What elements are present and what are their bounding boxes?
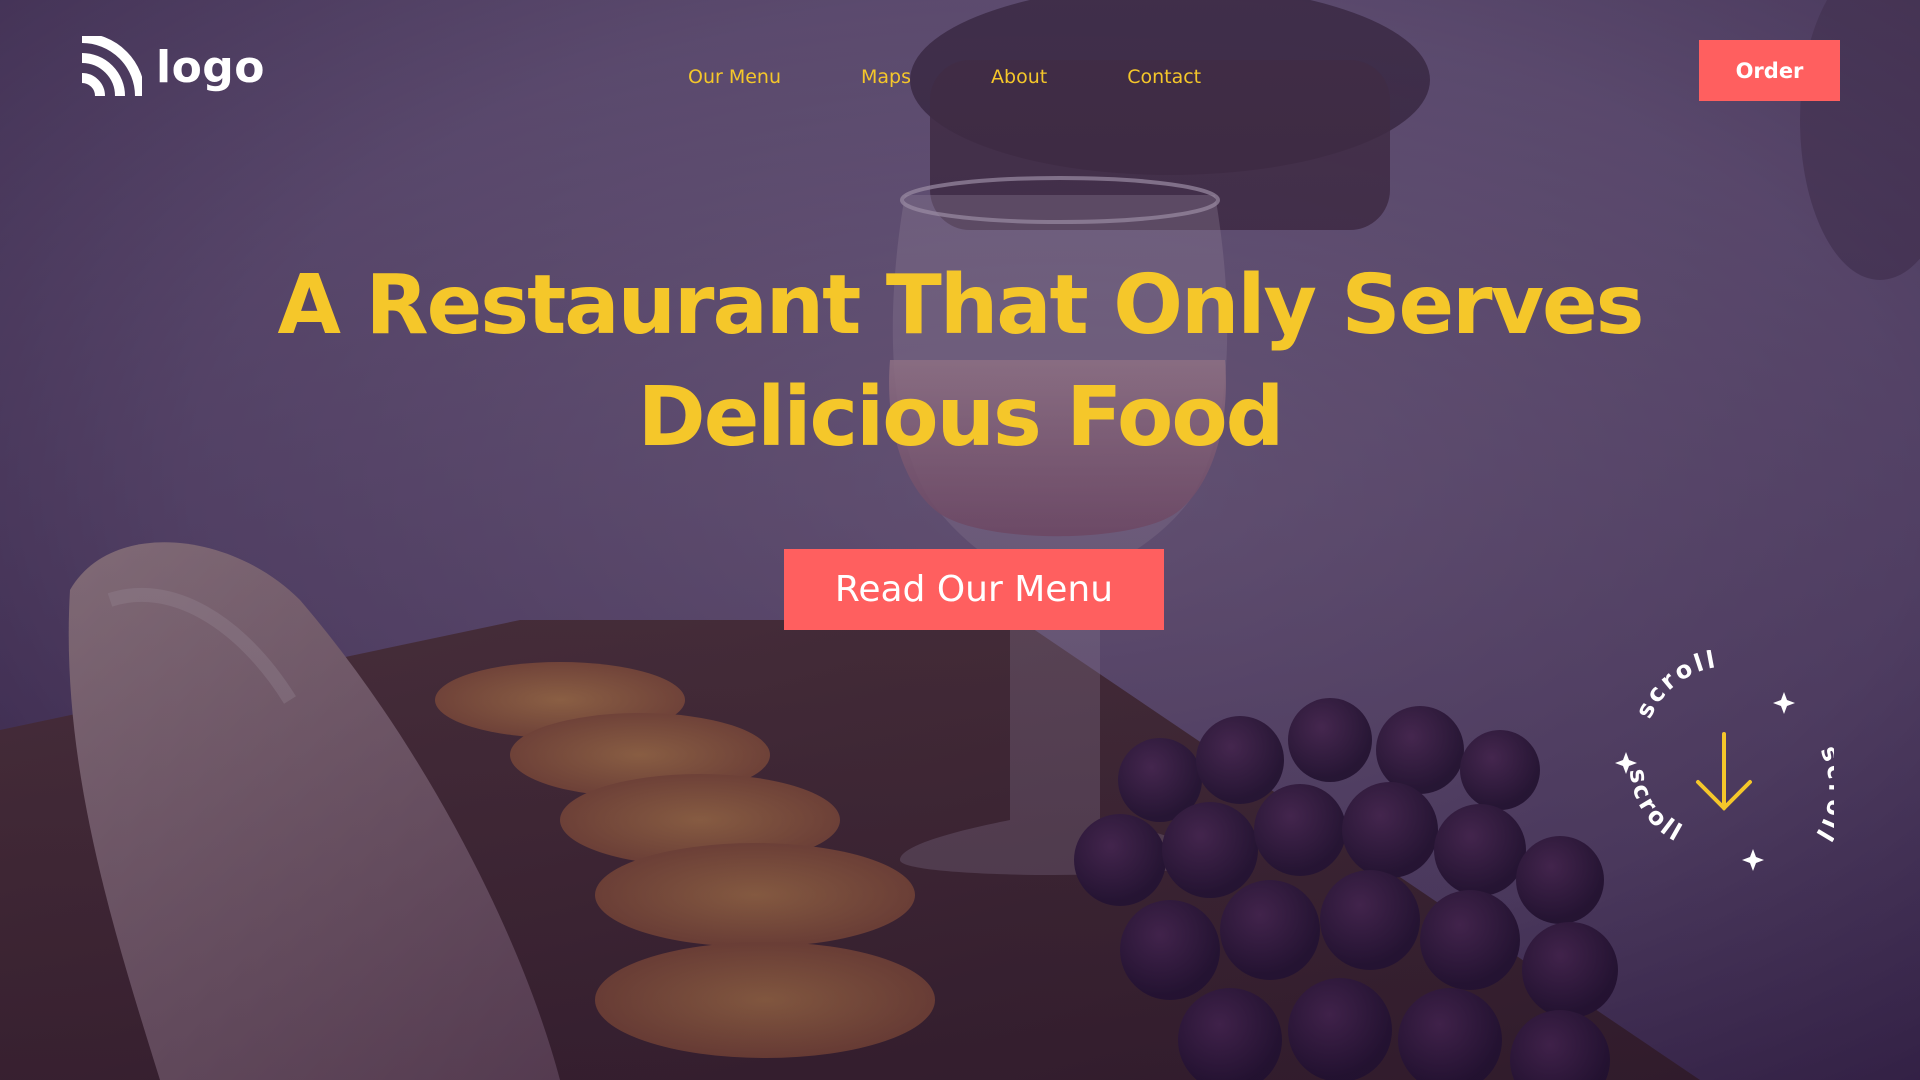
- nav-link-about[interactable]: About: [991, 64, 1047, 90]
- hero-title-line-2: Delicious Food: [637, 370, 1285, 465]
- arrow-down-icon: [1696, 732, 1752, 811]
- scroll-indicator[interactable]: scroll scroll scroll: [1610, 645, 1848, 874]
- order-button[interactable]: Order: [1699, 40, 1840, 101]
- nav-link-maps[interactable]: Maps: [861, 64, 911, 90]
- scroll-text-right: scroll: [1809, 742, 1834, 849]
- main-nav: Our Menu Maps About Contact: [688, 64, 1201, 90]
- scroll-text-top: scroll: [1630, 650, 1720, 723]
- signal-arcs-icon: [81, 36, 142, 97]
- nav-link-our-menu[interactable]: Our Menu: [688, 64, 781, 90]
- purple-overlay: [0, 0, 1920, 1080]
- hero-title: A Restaurant That Only Serves Delicious …: [160, 250, 1760, 474]
- logo-text: logo: [156, 42, 266, 93]
- read-menu-button[interactable]: Read Our Menu: [784, 549, 1164, 630]
- scroll-text-left: scroll: [1624, 767, 1689, 848]
- site-header: logo Our Menu Maps About Contact Order: [0, 0, 1920, 130]
- hero-title-line-1: A Restaurant That Only Serves: [277, 258, 1645, 353]
- nav-link-contact[interactable]: Contact: [1127, 64, 1201, 90]
- logo[interactable]: logo: [78, 36, 265, 100]
